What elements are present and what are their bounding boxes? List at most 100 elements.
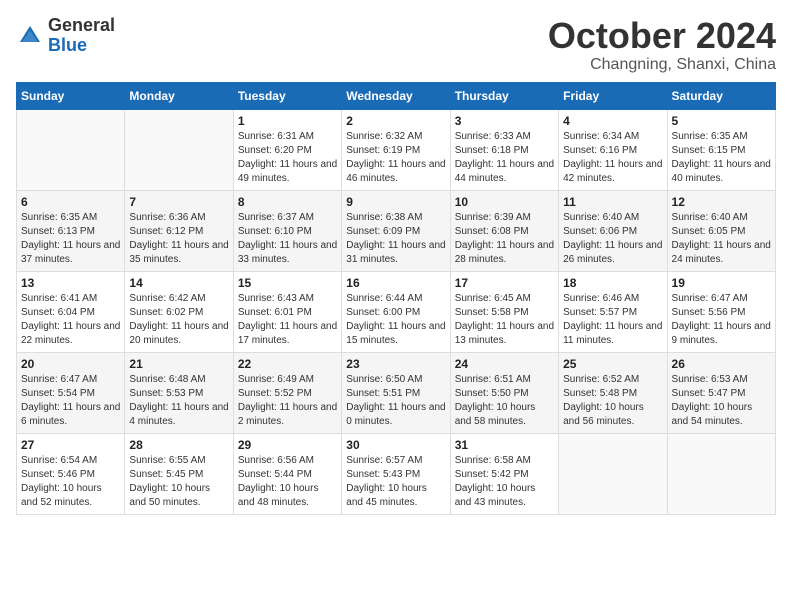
calendar-week-row: 6 Sunrise: 6:35 AM Sunset: 6:13 PM Daylig… [17, 190, 776, 271]
calendar-cell: 29 Sunrise: 6:56 AM Sunset: 5:44 PM Dayli… [233, 433, 341, 514]
day-number: 18 [563, 276, 662, 290]
day-number: 30 [346, 438, 445, 452]
weekday-header-tuesday: Tuesday [233, 82, 341, 109]
calendar-week-row: 1 Sunrise: 6:31 AM Sunset: 6:20 PM Daylig… [17, 109, 776, 190]
location: Changning, Shanxi, China [548, 56, 776, 74]
calendar-week-row: 13 Sunrise: 6:41 AM Sunset: 6:04 PM Dayli… [17, 271, 776, 352]
day-number: 14 [129, 276, 228, 290]
calendar-cell: 31 Sunrise: 6:58 AM Sunset: 5:42 PM Dayli… [450, 433, 558, 514]
day-number: 5 [672, 114, 771, 128]
day-info: Sunrise: 6:47 AM Sunset: 5:54 PM Dayligh… [21, 373, 120, 429]
day-info: Sunrise: 6:40 AM Sunset: 6:05 PM Dayligh… [672, 211, 771, 267]
calendar-cell: 15Sunrise: 6:43 AM Sunset: 6:01 PM Dayli… [233, 271, 341, 352]
day-info: Sunrise: 6:57 AM Sunset: 5:43 PM Dayligh… [346, 454, 445, 510]
calendar-cell: 25 Sunrise: 6:52 AM Sunset: 5:48 PM Dayli… [559, 352, 667, 433]
day-number: 2 [346, 114, 445, 128]
calendar-week-row: 27Sunrise: 6:54 AM Sunset: 5:46 PM Dayli… [17, 433, 776, 514]
day-info: Sunrise: 6:37 AM Sunset: 6:10 PM Dayligh… [238, 211, 337, 267]
day-info: Sunrise: 6:38 AM Sunset: 6:09 PM Dayligh… [346, 211, 445, 267]
day-info: Sunrise: 6:45 AM Sunset: 5:58 PM Dayligh… [455, 292, 554, 348]
calendar-cell: 1 Sunrise: 6:31 AM Sunset: 6:20 PM Daylig… [233, 109, 341, 190]
month-title: October 2024 [548, 16, 776, 56]
day-number: 11 [563, 195, 662, 209]
calendar-cell: 13 Sunrise: 6:41 AM Sunset: 6:04 PM Dayli… [17, 271, 125, 352]
calendar-cell: 28 Sunrise: 6:55 AM Sunset: 5:45 PM Dayli… [125, 433, 233, 514]
calendar-cell [17, 109, 125, 190]
calendar-cell [667, 433, 775, 514]
day-number: 26 [672, 357, 771, 371]
calendar-cell: 3 Sunrise: 6:33 AM Sunset: 6:18 PM Daylig… [450, 109, 558, 190]
weekday-header-thursday: Thursday [450, 82, 558, 109]
day-number: 13 [21, 276, 120, 290]
day-info: Sunrise: 6:41 AM Sunset: 6:04 PM Dayligh… [21, 292, 120, 348]
day-number: 25 [563, 357, 662, 371]
day-info: Sunrise: 6:58 AM Sunset: 5:42 PM Dayligh… [455, 454, 554, 510]
weekday-header-saturday: Saturday [667, 82, 775, 109]
calendar-cell: 6 Sunrise: 6:35 AM Sunset: 6:13 PM Daylig… [17, 190, 125, 271]
day-info: Sunrise: 6:55 AM Sunset: 5:45 PM Dayligh… [129, 454, 228, 510]
day-info: Sunrise: 6:35 AM Sunset: 6:13 PM Dayligh… [21, 211, 120, 267]
day-info: Sunrise: 6:56 AM Sunset: 5:44 PM Dayligh… [238, 454, 337, 510]
day-number: 21 [129, 357, 228, 371]
day-info: Sunrise: 6:48 AM Sunset: 5:53 PM Dayligh… [129, 373, 228, 429]
logo-icon [16, 22, 44, 50]
weekday-header-wednesday: Wednesday [342, 82, 450, 109]
calendar-cell [125, 109, 233, 190]
day-info: Sunrise: 6:35 AM Sunset: 6:15 PM Dayligh… [672, 130, 771, 186]
calendar-cell: 23Sunrise: 6:50 AM Sunset: 5:51 PM Dayli… [342, 352, 450, 433]
day-info: Sunrise: 6:31 AM Sunset: 6:20 PM Dayligh… [238, 130, 337, 186]
day-info: Sunrise: 6:44 AM Sunset: 6:00 PM Dayligh… [346, 292, 445, 348]
day-info: Sunrise: 6:39 AM Sunset: 6:08 PM Dayligh… [455, 211, 554, 267]
day-info: Sunrise: 6:46 AM Sunset: 5:57 PM Dayligh… [563, 292, 662, 348]
day-info: Sunrise: 6:49 AM Sunset: 5:52 PM Dayligh… [238, 373, 337, 429]
calendar-cell: 30 Sunrise: 6:57 AM Sunset: 5:43 PM Dayli… [342, 433, 450, 514]
calendar-cell: 22Sunrise: 6:49 AM Sunset: 5:52 PM Dayli… [233, 352, 341, 433]
day-info: Sunrise: 6:50 AM Sunset: 5:51 PM Dayligh… [346, 373, 445, 429]
day-info: Sunrise: 6:47 AM Sunset: 5:56 PM Dayligh… [672, 292, 771, 348]
day-number: 4 [563, 114, 662, 128]
day-info: Sunrise: 6:42 AM Sunset: 6:02 PM Dayligh… [129, 292, 228, 348]
calendar-cell: 16 Sunrise: 6:44 AM Sunset: 6:00 PM Dayli… [342, 271, 450, 352]
calendar-cell: 19 Sunrise: 6:47 AM Sunset: 5:56 PM Dayli… [667, 271, 775, 352]
day-number: 3 [455, 114, 554, 128]
calendar-cell: 10 Sunrise: 6:39 AM Sunset: 6:08 PM Dayli… [450, 190, 558, 271]
calendar-cell: 11 Sunrise: 6:40 AM Sunset: 6:06 PM Dayli… [559, 190, 667, 271]
day-number: 7 [129, 195, 228, 209]
day-number: 12 [672, 195, 771, 209]
day-info: Sunrise: 6:51 AM Sunset: 5:50 PM Dayligh… [455, 373, 554, 429]
logo-text: General Blue [48, 16, 115, 56]
calendar-cell: 4Sunrise: 6:34 AM Sunset: 6:16 PM Daylig… [559, 109, 667, 190]
day-number: 15 [238, 276, 337, 290]
calendar-cell [559, 433, 667, 514]
day-number: 1 [238, 114, 337, 128]
day-number: 29 [238, 438, 337, 452]
day-number: 31 [455, 438, 554, 452]
weekday-header-sunday: Sunday [17, 82, 125, 109]
calendar-week-row: 20Sunrise: 6:47 AM Sunset: 5:54 PM Dayli… [17, 352, 776, 433]
calendar-cell: 7Sunrise: 6:36 AM Sunset: 6:12 PM Daylig… [125, 190, 233, 271]
day-number: 27 [21, 438, 120, 452]
day-number: 19 [672, 276, 771, 290]
day-number: 6 [21, 195, 120, 209]
calendar-cell: 21 Sunrise: 6:48 AM Sunset: 5:53 PM Dayli… [125, 352, 233, 433]
day-number: 17 [455, 276, 554, 290]
page-header: General Blue October 2024 Changning, Sha… [16, 16, 776, 74]
day-info: Sunrise: 6:52 AM Sunset: 5:48 PM Dayligh… [563, 373, 662, 429]
calendar-cell: 12 Sunrise: 6:40 AM Sunset: 6:05 PM Dayli… [667, 190, 775, 271]
day-info: Sunrise: 6:32 AM Sunset: 6:19 PM Dayligh… [346, 130, 445, 186]
calendar-cell: 14 Sunrise: 6:42 AM Sunset: 6:02 PM Dayli… [125, 271, 233, 352]
calendar-cell: 2 Sunrise: 6:32 AM Sunset: 6:19 PM Daylig… [342, 109, 450, 190]
day-number: 10 [455, 195, 554, 209]
day-number: 16 [346, 276, 445, 290]
weekday-header-row: SundayMondayTuesdayWednesdayThursdayFrid… [17, 82, 776, 109]
day-number: 28 [129, 438, 228, 452]
day-number: 24 [455, 357, 554, 371]
title-block: October 2024 Changning, Shanxi, China [548, 16, 776, 74]
calendar-cell: 17 Sunrise: 6:45 AM Sunset: 5:58 PM Dayli… [450, 271, 558, 352]
day-number: 8 [238, 195, 337, 209]
day-info: Sunrise: 6:33 AM Sunset: 6:18 PM Dayligh… [455, 130, 554, 186]
day-number: 9 [346, 195, 445, 209]
calendar-cell: 26Sunrise: 6:53 AM Sunset: 5:47 PM Dayli… [667, 352, 775, 433]
day-info: Sunrise: 6:40 AM Sunset: 6:06 PM Dayligh… [563, 211, 662, 267]
calendar-cell: 9 Sunrise: 6:38 AM Sunset: 6:09 PM Daylig… [342, 190, 450, 271]
